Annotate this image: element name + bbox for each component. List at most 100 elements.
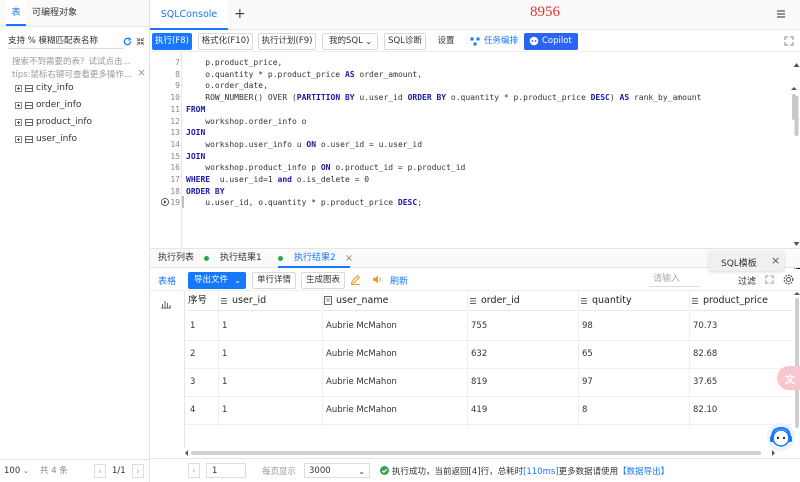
line-number: 18 — [170, 186, 180, 196]
tab-programmable-objects[interactable]: 可编程对象 — [32, 0, 77, 26]
add-tab-button[interactable]: + — [234, 6, 246, 22]
execution-plan-button[interactable]: 执行计划(F9) — [258, 33, 316, 50]
table-item-city-info[interactable]: city_info — [15, 81, 74, 95]
my-sql-dropdown[interactable]: 我的SQL ⌄ — [322, 33, 378, 50]
refresh-link[interactable]: 刷新 — [390, 274, 408, 287]
page-size-select[interactable]: 100 ⌄ — [4, 465, 34, 478]
table-cell[interactable]: 1 — [222, 368, 319, 396]
table-cell[interactable]: Aubrie McMahon — [326, 368, 464, 396]
table-cell[interactable]: 82.10 — [693, 396, 790, 424]
run-line-icon[interactable] — [161, 198, 169, 206]
export-file-dropdown[interactable]: 导出文件 ⌄ — [188, 272, 246, 289]
table-cell[interactable]: 755 — [471, 312, 575, 340]
table-cell[interactable]: 8 — [582, 396, 686, 424]
table-cell[interactable]: 65 — [582, 340, 686, 368]
column-header-product-price[interactable]: product_price — [691, 291, 792, 311]
table-cell[interactable]: 1 — [222, 396, 319, 424]
copilot-icon — [529, 36, 539, 46]
more-menu-icon[interactable] — [776, 9, 786, 19]
my-sql-label: 我的SQL — [329, 36, 363, 46]
code-line: u.user_id, o.quantity * p.product_price … — [186, 198, 423, 208]
filter-input[interactable]: 请输入 — [650, 272, 700, 287]
copilot-label: Copilot — [542, 36, 572, 46]
table-cell[interactable]: Aubrie McMahon — [326, 396, 464, 424]
column-header-quantity[interactable]: quantity — [580, 291, 688, 311]
assistant-avatar-icon[interactable] — [766, 422, 796, 452]
tab-execution-list[interactable]: 执行列表 — [158, 249, 194, 268]
expand-icon[interactable] — [15, 135, 22, 143]
column-header-label: order_id — [481, 294, 520, 306]
table-cell[interactable]: 98 — [582, 312, 686, 340]
generate-chart-button[interactable]: 生成图表 — [301, 272, 345, 289]
table-cell[interactable]: Aubrie McMahon — [326, 312, 464, 340]
sql-editor[interactable]: 7 p.product_price, 8 o.quantity * p.produ… — [150, 52, 797, 248]
copilot-button[interactable]: Copilot — [524, 33, 578, 50]
translate-widget[interactable]: 文 — [777, 366, 800, 390]
active-tab-indicator — [278, 266, 350, 268]
table-cell[interactable]: 82.68 — [693, 340, 790, 368]
sql-template-label: SQL模板 — [721, 259, 757, 269]
speaker-icon[interactable] — [372, 274, 383, 285]
gear-icon[interactable] — [783, 274, 794, 285]
horizontal-scrollbar[interactable] — [185, 450, 775, 456]
table-item-order-info[interactable]: order_info — [15, 98, 81, 112]
run-button[interactable]: 执行(F8) — [152, 33, 192, 50]
table-cell[interactable]: 632 — [471, 340, 575, 368]
row-index[interactable]: 4 — [190, 396, 216, 424]
column-divider — [578, 291, 579, 428]
column-header-user-id[interactable]: user_id — [220, 291, 321, 311]
table-cell[interactable]: 97 — [582, 368, 686, 396]
chevron-down-icon: ⌄ — [234, 276, 241, 285]
expand-icon[interactable] — [15, 118, 22, 126]
expand-icon[interactable] — [15, 84, 22, 92]
table-cell[interactable]: 70.73 — [693, 312, 790, 340]
table-item-user-info[interactable]: user_info — [15, 132, 77, 146]
row-index[interactable]: 3 — [190, 368, 216, 396]
table-search-input[interactable]: 支持 % 模糊匹配表名称 — [8, 33, 124, 49]
sql-diagnose-button[interactable]: SQL诊断 — [384, 33, 426, 50]
tab-result-1[interactable]: 执行结果1 — [204, 249, 262, 268]
sql-template-popover[interactable]: SQL模板 × — [709, 251, 784, 271]
row-index[interactable]: 1 — [190, 312, 216, 340]
editor-right-scrollbar[interactable] — [793, 62, 800, 248]
refresh-icon[interactable] — [123, 37, 132, 46]
column-header-label: product_price — [703, 294, 768, 306]
table-cell[interactable]: Aubrie McMahon — [326, 340, 464, 368]
prev-page-button[interactable]: ‹ — [188, 463, 200, 478]
fullscreen-icon[interactable] — [784, 36, 794, 46]
edit-icon[interactable] — [350, 274, 361, 285]
table-view-button[interactable]: 表格 — [158, 274, 176, 287]
result-fullscreen-icon[interactable] — [765, 275, 774, 284]
column-header-user-name[interactable]: user_name — [324, 291, 466, 311]
page-size-select[interactable]: 3000 ⌄ — [304, 463, 370, 478]
code-line: ORDER BY — [186, 186, 225, 196]
page-number-input[interactable]: 1 — [206, 463, 246, 478]
table-name: order_info — [36, 100, 82, 110]
expand-icon[interactable] — [15, 101, 22, 109]
close-icon[interactable]: × — [771, 254, 780, 267]
column-type-icon — [220, 297, 228, 305]
table-item-product-info[interactable]: product_info — [15, 115, 92, 129]
data-export-link[interactable]: 【数据导出】 — [618, 467, 669, 477]
table-cell[interactable]: 419 — [471, 396, 575, 424]
table-cell[interactable]: 1 — [222, 340, 319, 368]
row-detail-button[interactable]: 单行详情 — [252, 272, 296, 289]
status-text-post: 更多数据请使用 — [558, 467, 619, 477]
column-header-序号[interactable]: 序号 — [188, 291, 218, 311]
table-cell[interactable]: 819 — [471, 368, 575, 396]
task-orchestration-link[interactable]: 任务编排 — [484, 34, 518, 49]
column-header-order-id[interactable]: order_id — [469, 291, 577, 311]
filter-button[interactable]: 过滤 — [738, 274, 756, 287]
row-index[interactable]: 2 — [190, 340, 216, 368]
next-page-button[interactable]: › — [132, 464, 144, 478]
format-button[interactable]: 格式化(F10) — [198, 33, 253, 50]
tab-sqlconsole[interactable]: SQLConsole — [150, 0, 228, 30]
table-cell[interactable]: 37.65 — [693, 368, 790, 396]
settings-button[interactable]: 设置 — [432, 33, 460, 50]
collapse-panel-icon[interactable] — [136, 37, 145, 46]
table-cell[interactable]: 1 — [222, 312, 319, 340]
table-icon — [25, 101, 33, 109]
prev-page-button[interactable]: ‹ — [94, 464, 106, 478]
close-hint-icon[interactable] — [138, 69, 145, 76]
tab-tables[interactable]: 表 — [6, 0, 26, 26]
